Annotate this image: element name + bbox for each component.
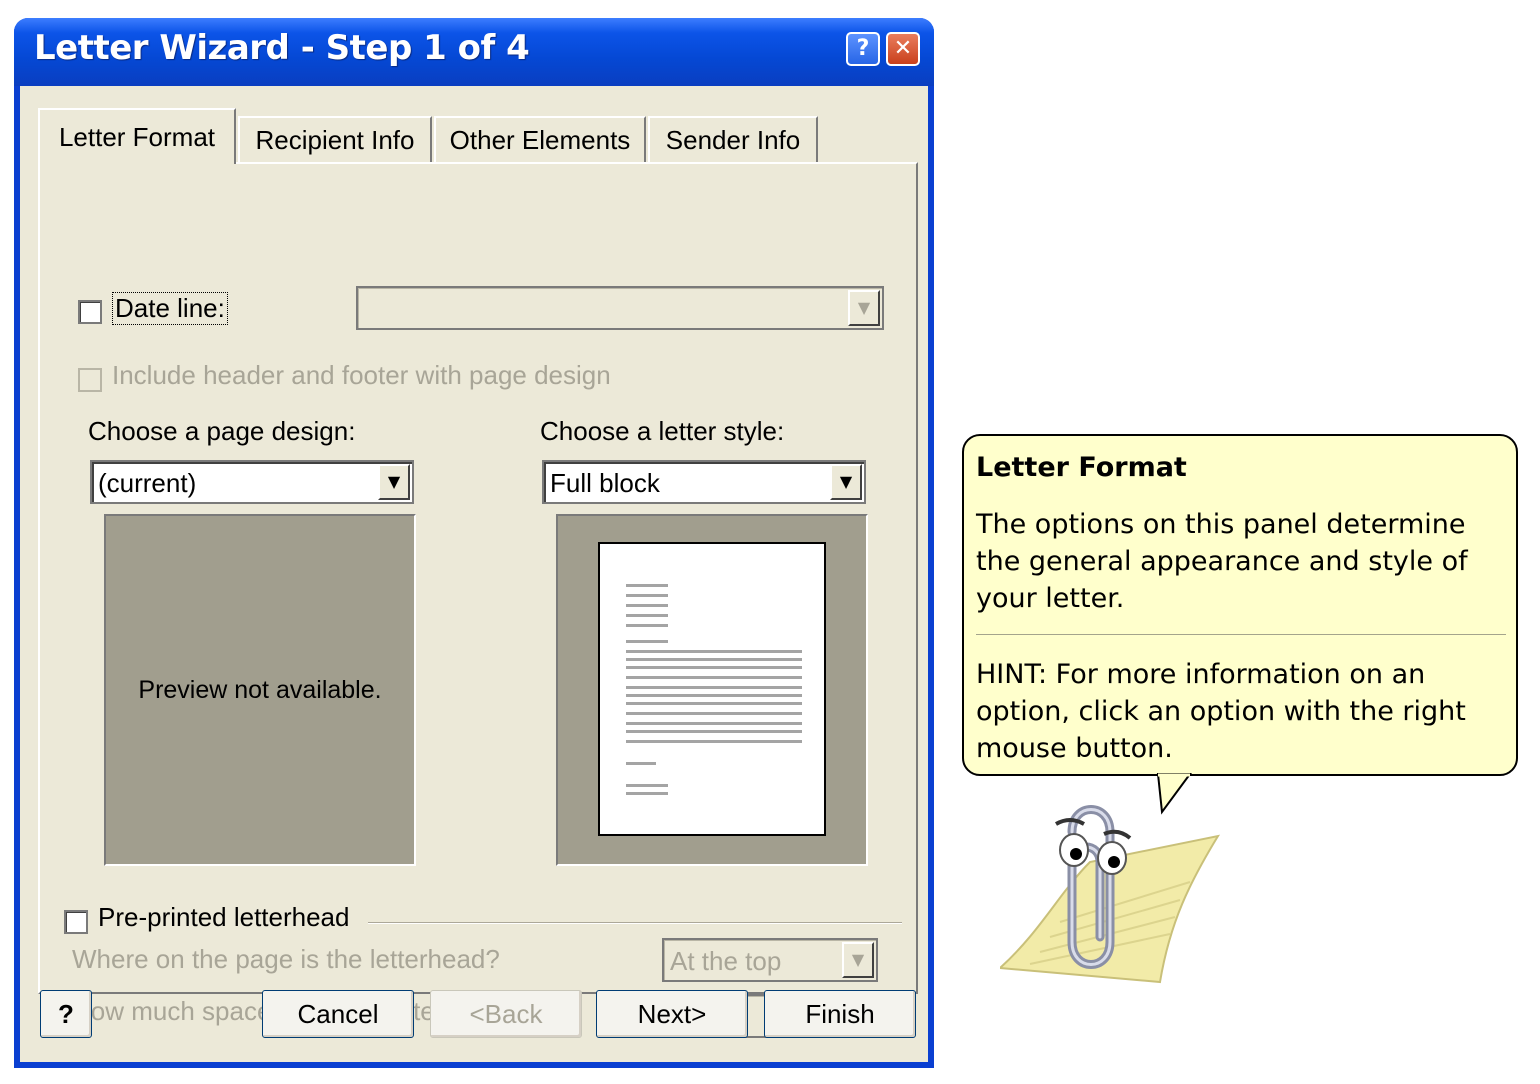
cancel-button[interactable]: Cancel: [262, 990, 414, 1038]
finish-button[interactable]: Finish: [764, 990, 916, 1038]
office-assistant-clippy[interactable]: [1000, 772, 1240, 1012]
balloon-body: The options on this panel determine the …: [976, 509, 1468, 614]
assistant-balloon: Letter Format The options on this panel …: [962, 434, 1518, 776]
preview-unavailable-text: Preview not available.: [138, 676, 382, 704]
letterhead-position-dropdown[interactable]: At the top ▼: [662, 938, 878, 982]
letter-style-value: Full block: [550, 468, 660, 498]
letter-page-thumbnail: [598, 542, 826, 836]
letterhead-label[interactable]: Pre-printed letterhead: [98, 902, 349, 933]
chevron-down-icon[interactable]: ▼: [830, 464, 862, 500]
window-title: Letter Wizard - Step 1 of 4: [34, 28, 530, 68]
balloon-separator: [976, 634, 1506, 635]
page-design-value: (current): [98, 468, 197, 498]
back-button[interactable]: <Back: [430, 990, 582, 1038]
group-divider: [368, 922, 902, 924]
date-line-dropdown[interactable]: ▼: [356, 286, 884, 330]
balloon-tail: [1156, 773, 1192, 815]
letterhead-position-label: Where on the page is the letterhead?: [72, 944, 500, 974]
letter-wizard-dialog: Letter Wizard - Step 1 of 4 ? ✕ Letter F…: [14, 18, 934, 1068]
close-button[interactable]: ✕: [886, 32, 920, 66]
letter-style-preview: [556, 514, 868, 866]
letter-format-panel: Date line: ▼ Include header and footer w…: [38, 162, 918, 1038]
date-line-checkbox[interactable]: [78, 300, 102, 324]
title-bar[interactable]: Letter Wizard - Step 1 of 4 ? ✕: [14, 18, 934, 86]
tab-recipient-info[interactable]: Recipient Info: [238, 116, 432, 162]
chevron-down-icon[interactable]: ▼: [378, 464, 410, 500]
date-line-label[interactable]: Date line:: [112, 292, 228, 325]
header-footer-checkbox[interactable]: [78, 368, 102, 392]
balloon-hint: HINT: For more information on an option,…: [976, 659, 1466, 764]
tab-sender-info[interactable]: Sender Info: [648, 116, 818, 162]
page-design-label: Choose a page design:: [88, 416, 356, 446]
page-design-dropdown[interactable]: (current) ▼: [90, 460, 414, 504]
help-title-button[interactable]: ?: [846, 32, 880, 66]
letter-style-label: Choose a letter style:: [540, 416, 785, 446]
letterhead-position-value: At the top: [670, 946, 782, 976]
letter-style-dropdown[interactable]: Full block ▼: [542, 460, 866, 504]
chevron-down-icon[interactable]: ▼: [842, 942, 874, 978]
next-button[interactable]: Next>: [596, 990, 748, 1038]
letterhead-checkbox[interactable]: [64, 910, 88, 934]
header-footer-label: Include header and footer with page desi…: [112, 360, 611, 390]
tab-other-elements[interactable]: Other Elements: [434, 116, 646, 162]
tab-letter-format[interactable]: Letter Format: [38, 108, 236, 164]
page-design-preview: Preview not available.: [104, 514, 416, 866]
balloon-title: Letter Format: [976, 452, 1187, 483]
help-button[interactable]: ?: [40, 990, 92, 1038]
chevron-down-icon[interactable]: ▼: [848, 290, 880, 326]
dialog-client-area: Letter Format Recipient Info Other Eleme…: [20, 86, 928, 1062]
